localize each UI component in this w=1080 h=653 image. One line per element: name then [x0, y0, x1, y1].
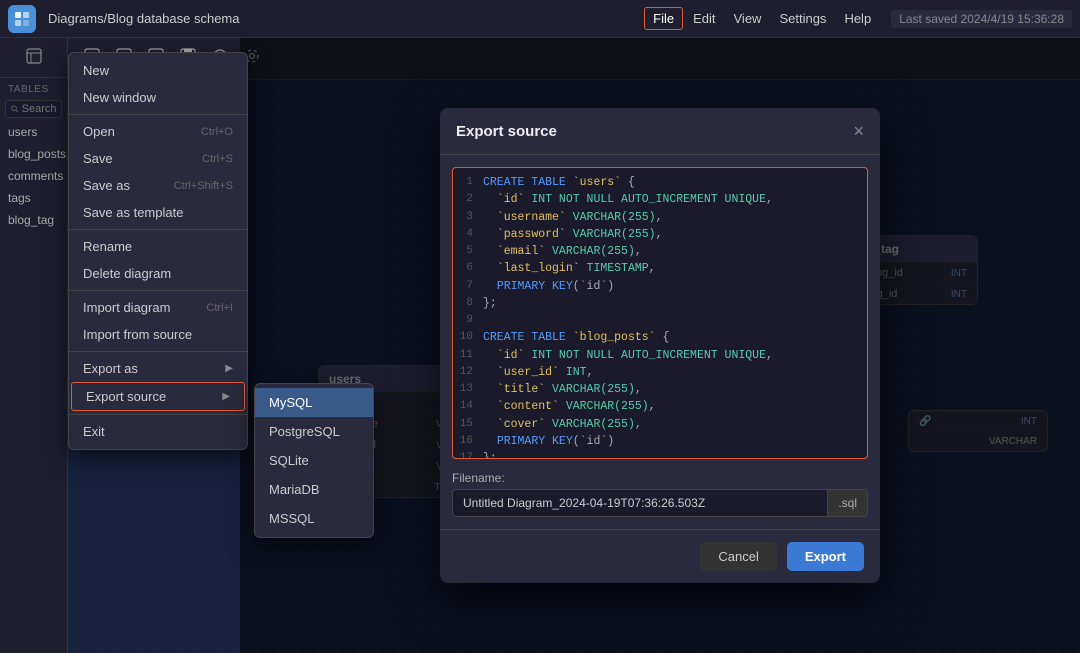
app-title: Diagrams/Blog database schema [48, 11, 632, 26]
code-line: 14 `content` VARCHAR(255), [453, 398, 867, 415]
menu-view[interactable]: View [726, 8, 770, 29]
code-line: 7 PRIMARY KEY(`id`) [453, 278, 867, 295]
code-line: 11 `id` INT NOT NULL AUTO_INCREMENT UNIQ… [453, 347, 867, 364]
code-line: 9 [453, 312, 867, 329]
menu-export-as[interactable]: Export as ▶ [69, 355, 247, 382]
menu-export-source[interactable]: Export source ▶ MySQL PostgreSQL SQLite … [71, 382, 245, 411]
menu-import-diagram[interactable]: Import diagram Ctrl+I [69, 294, 247, 321]
filename-section: Filename: .sql [440, 471, 880, 529]
submenu-arrow: ▶ [225, 363, 233, 374]
search-input[interactable] [22, 103, 56, 115]
export-source-submenu: MySQL PostgreSQL SQLite MariaDB MSSQL [254, 383, 374, 538]
panel-top [0, 38, 67, 78]
divider [69, 414, 247, 415]
save-status: Last saved 2024/4/19 15:36:28 [891, 10, 1072, 28]
code-line: 12 `user_id` INT, [453, 364, 867, 381]
tables-section: Tables users blog_posts comments tags bl… [0, 78, 67, 653]
divider [69, 351, 247, 352]
submenu-mssql[interactable]: MSSQL [255, 504, 373, 533]
modal-overlay: Export source × 1CREATE TABLE `users` { … [240, 38, 1080, 653]
sidebar-item-tags[interactable]: tags [0, 187, 67, 209]
code-line: 4 `password` VARCHAR(255), [453, 226, 867, 243]
code-line: 3 `username` VARCHAR(255), [453, 209, 867, 226]
menu-new[interactable]: New [69, 57, 247, 84]
divider [69, 114, 247, 115]
export-button[interactable]: Export [787, 542, 864, 571]
divider [69, 229, 247, 230]
menu-rename[interactable]: Rename [69, 233, 247, 260]
menu-exit[interactable]: Exit [69, 418, 247, 445]
modal-close-button[interactable]: × [853, 122, 864, 140]
menu-save-as[interactable]: Save as Ctrl+Shift+S [69, 172, 247, 199]
menu-delete-diagram[interactable]: Delete diagram [69, 260, 247, 287]
sidebar-item-comments[interactable]: comments [0, 165, 67, 187]
code-line: 6 `last_login` TIMESTAMP, [453, 260, 867, 277]
code-line: 1CREATE TABLE `users` { [453, 174, 867, 191]
export-source-modal: Export source × 1CREATE TABLE `users` { … [440, 108, 880, 583]
file-dropdown-menu: New New window Open Ctrl+O Save Ctrl+S S… [68, 52, 248, 450]
modal-header: Export source × [440, 108, 880, 155]
menu-import-source[interactable]: Import from source [69, 321, 247, 348]
menu-open[interactable]: Open Ctrl+O [69, 118, 247, 145]
code-line: 2 `id` INT NOT NULL AUTO_INCREMENT UNIQU… [453, 191, 867, 208]
modal-title: Export source [456, 123, 557, 140]
menu-file[interactable]: File [644, 7, 683, 30]
menu-help[interactable]: Help [836, 8, 879, 29]
code-line: 10CREATE TABLE `blog_posts` { [453, 329, 867, 346]
menu-save[interactable]: Save Ctrl+S [69, 145, 247, 172]
menu-edit[interactable]: Edit [685, 8, 723, 29]
filename-input-row: .sql [452, 489, 868, 517]
code-line: 13 `title` VARCHAR(255), [453, 381, 867, 398]
menu-bar: File Edit View Settings Help [644, 7, 879, 30]
code-line: 8}; [453, 295, 867, 312]
filename-label: Filename: [452, 471, 868, 485]
submenu-sqlite[interactable]: SQLite [255, 446, 373, 475]
code-editor: 1CREATE TABLE `users` { 2 `id` INT NOT N… [452, 167, 868, 459]
menu-settings[interactable]: Settings [771, 8, 834, 29]
search-icon [11, 104, 19, 114]
sidebar-item-blog-posts[interactable]: blog_posts [0, 143, 67, 165]
submenu-mysql[interactable]: MySQL [255, 388, 373, 417]
menu-save-template[interactable]: Save as template [69, 199, 247, 226]
sidebar-item-blog-tag[interactable]: blog_tag [0, 209, 67, 231]
filename-ext: .sql [827, 490, 867, 516]
submenu-arrow: ▶ [222, 391, 230, 402]
menu-new-window[interactable]: New window [69, 84, 247, 111]
code-line: 17}; [453, 450, 867, 459]
submenu-postgresql[interactable]: PostgreSQL [255, 417, 373, 446]
tables-header: Tables [0, 78, 67, 97]
modal-footer: Cancel Export [440, 529, 880, 583]
divider [69, 290, 247, 291]
search-row [5, 100, 62, 118]
app-logo [8, 5, 36, 33]
submenu-mariadb[interactable]: MariaDB [255, 475, 373, 504]
sidebar-item-users[interactable]: users [0, 121, 67, 143]
code-line: 15 `cover` VARCHAR(255), [453, 416, 867, 433]
code-line: 16 PRIMARY KEY(`id`) [453, 433, 867, 450]
code-line: 5 `email` VARCHAR(255), [453, 243, 867, 260]
left-panel: Tables users blog_posts comments tags bl… [0, 38, 68, 653]
title-bar: Diagrams/Blog database schema File Edit … [0, 0, 1080, 38]
cancel-button[interactable]: Cancel [700, 542, 776, 571]
filename-input[interactable] [453, 490, 827, 516]
code-lines: 1CREATE TABLE `users` { 2 `id` INT NOT N… [453, 168, 867, 458]
table-list-icon[interactable] [22, 44, 46, 71]
